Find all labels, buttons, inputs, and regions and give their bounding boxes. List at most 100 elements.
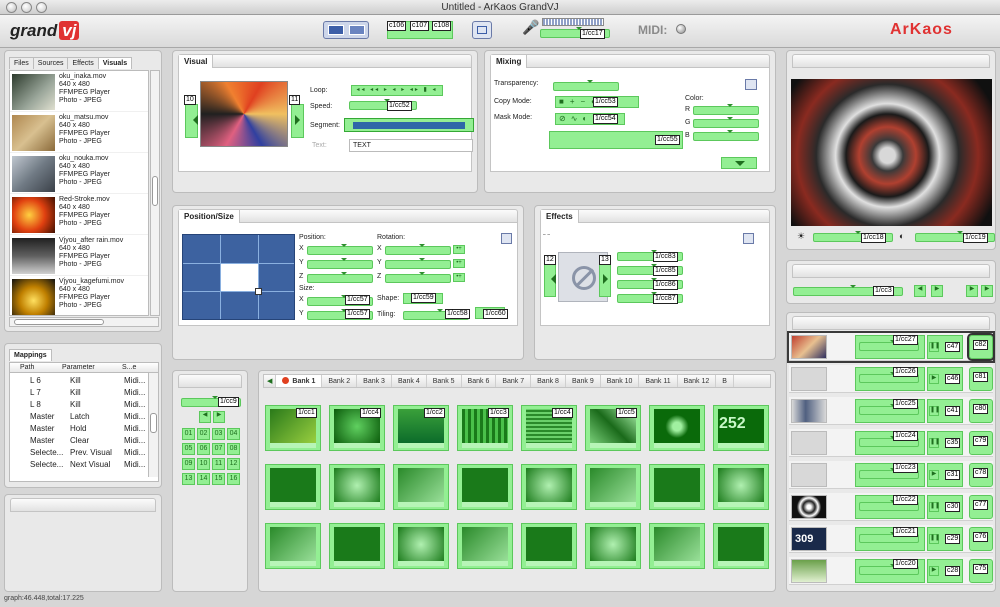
bank-cell[interactable]	[649, 523, 705, 569]
layer-pause-button[interactable]: ▶	[929, 470, 939, 480]
pad-number-button[interactable]: 08	[227, 443, 240, 455]
rotation-z-auto[interactable]: •+	[453, 273, 465, 282]
bank-cell[interactable]	[329, 523, 385, 569]
layer-row[interactable]: 1/cc25 ❚❚ c41 c80	[789, 397, 993, 425]
tab-bank[interactable]: Bank 10	[601, 375, 640, 387]
bank-cell[interactable]	[329, 464, 385, 510]
pad-next-button[interactable]: ▶	[213, 411, 225, 423]
tab-sources[interactable]: Sources	[32, 57, 69, 69]
bank-cell[interactable]	[649, 405, 705, 451]
tab-bank[interactable]: B	[716, 375, 734, 387]
layer-row[interactable]: 1/cc22 ❚❚ c30 c77	[789, 493, 993, 521]
bank-cell[interactable]	[457, 464, 513, 510]
table-row[interactable]: Master Clear Midi...	[12, 435, 146, 446]
scroll-thumb[interactable]	[152, 176, 158, 206]
tab-bank-1[interactable]: Bank 1	[276, 375, 323, 387]
rotation-y-auto[interactable]: •+	[453, 259, 465, 268]
pad-number-button[interactable]: 01	[182, 428, 195, 440]
table-row[interactable]: Master Latch Midi...	[12, 411, 146, 422]
layer-pause-button[interactable]: ▶	[929, 374, 939, 384]
layer-pause-button[interactable]: ❚❚	[929, 438, 940, 448]
table-row[interactable]: Selecte... Prev. Visual Midi...	[12, 447, 146, 458]
position-grid[interactable]	[182, 234, 295, 320]
layer-pause-button[interactable]: ❚❚	[929, 406, 940, 416]
pad-number-button[interactable]: 13	[182, 473, 195, 485]
blue-slider[interactable]	[693, 130, 759, 141]
tab-bank[interactable]: Bank 3	[357, 375, 392, 387]
pad-number-button[interactable]: 09	[182, 458, 195, 470]
tab-bank[interactable]: Bank 7	[496, 375, 532, 387]
position-z-slider[interactable]	[307, 272, 373, 283]
layer-row[interactable]: 1/cc24 ❚❚ c35 c79	[789, 429, 993, 457]
pad-number-button[interactable]: 06	[197, 443, 210, 455]
transparency-slider[interactable]	[553, 80, 619, 91]
tab-files[interactable]: Files	[9, 57, 34, 69]
tab-bank[interactable]: Bank 9	[566, 375, 601, 387]
bank-scroll-left-icon[interactable]: ◀	[264, 375, 277, 387]
layer-pause-button[interactable]: ❚❚	[929, 342, 940, 352]
pad-number-button[interactable]: 07	[212, 443, 225, 455]
table-row[interactable]: L 6 Kill Midi...	[12, 375, 146, 386]
resize-handle[interactable]	[255, 288, 262, 295]
table-row[interactable]: Selecte... Next Visual Midi...	[12, 459, 146, 470]
pad-number-button[interactable]: 10	[197, 458, 210, 470]
pad-number-button[interactable]: 16	[227, 473, 240, 485]
pad-number-button[interactable]: 11	[212, 458, 225, 470]
tab-bank[interactable]: Bank 5	[427, 375, 462, 387]
next-effect-button[interactable]	[599, 263, 611, 297]
list-item[interactable]: Red-Stroke.mov 640 x 480 FFMPEG Player Phot…	[10, 194, 148, 235]
hscroll-thumb[interactable]	[14, 319, 104, 325]
list-item[interactable]: oku_inaka.mov 640 x 480 FFMPEG Player Photo…	[10, 71, 148, 112]
zoom-window-icon[interactable]	[36, 2, 47, 13]
view-mode-toggle[interactable]	[323, 21, 369, 39]
visuals-scrollbar[interactable]	[150, 70, 160, 316]
rotation-z-slider[interactable]	[385, 272, 451, 283]
master-play-button[interactable]: ▶	[966, 285, 978, 297]
lock-icon[interactable]	[745, 79, 757, 90]
red-slider[interactable]	[693, 104, 759, 115]
reset-position-icon[interactable]	[501, 233, 512, 244]
table-row[interactable]: L 7 Kill Midi...	[12, 387, 146, 398]
green-slider[interactable]	[693, 117, 759, 128]
layer-pause-button[interactable]: ▶	[929, 566, 939, 576]
bank-cell[interactable]	[265, 464, 321, 510]
reset-effect-icon[interactable]	[743, 233, 754, 244]
position-rect[interactable]	[221, 264, 258, 291]
list-item[interactable]: oku_nouka.mov 640 x 480 FFMPEG Player Photo…	[10, 153, 148, 194]
tab-bank[interactable]: Bank 6	[462, 375, 497, 387]
bank-cell[interactable]	[713, 523, 769, 569]
tab-effects[interactable]: Effects	[67, 57, 99, 69]
tab-bank[interactable]: Bank 2	[322, 375, 358, 387]
prev-effect-button[interactable]	[544, 263, 556, 297]
mappings-scrollbar[interactable]	[148, 373, 158, 477]
bank-view-icon[interactable]	[349, 25, 365, 35]
table-row[interactable]: L 8 Kill Midi...	[12, 399, 146, 410]
next-visual-button[interactable]	[291, 104, 304, 138]
segment-bar[interactable]	[344, 118, 474, 132]
pad-prev-button[interactable]: ◀	[199, 411, 211, 423]
fullscreen-button[interactable]	[472, 21, 492, 39]
layer-row[interactable]: 1/cc26 ▶ c46 c81	[789, 365, 993, 393]
master-forward-button[interactable]: ▶	[981, 285, 993, 297]
bank-cell[interactable]	[585, 523, 641, 569]
position-x-slider[interactable]	[307, 244, 373, 255]
layer-row[interactable]: 309 1/cc21 ❚❚ c29 c76	[789, 525, 993, 553]
segment-range[interactable]	[353, 122, 465, 129]
bank-cell[interactable]	[521, 523, 577, 569]
bank-cell[interactable]	[585, 464, 641, 510]
list-item[interactable]: Vjyou_kagefumi.mov 640 x 480 FFMPEG Player…	[10, 276, 148, 315]
pad-number-button[interactable]: 05	[182, 443, 195, 455]
layer-row[interactable]: 1/cc27 ❚❚ c47 c82	[787, 331, 995, 363]
text-input[interactable]: TEXT	[349, 139, 473, 152]
pad-number-button[interactable]: 04	[227, 428, 240, 440]
bank-cell[interactable]	[393, 523, 449, 569]
pad-number-button[interactable]: 03	[212, 428, 225, 440]
bank-cell[interactable]	[649, 464, 705, 510]
layer-row[interactable]: 1/cc23 ▶ c31 c78	[789, 461, 993, 489]
mixer-view-icon[interactable]	[328, 25, 344, 35]
loop-mode-buttons[interactable]: ◂◂ ◂◂ ▸ ◂ ▸ ◂▸ ▮ ◂	[351, 85, 443, 96]
rotation-y-slider[interactable]	[385, 258, 451, 269]
prev-visual-button[interactable]	[185, 104, 198, 138]
tab-bank[interactable]: Bank 11	[639, 375, 678, 387]
bank-cell[interactable]	[393, 464, 449, 510]
